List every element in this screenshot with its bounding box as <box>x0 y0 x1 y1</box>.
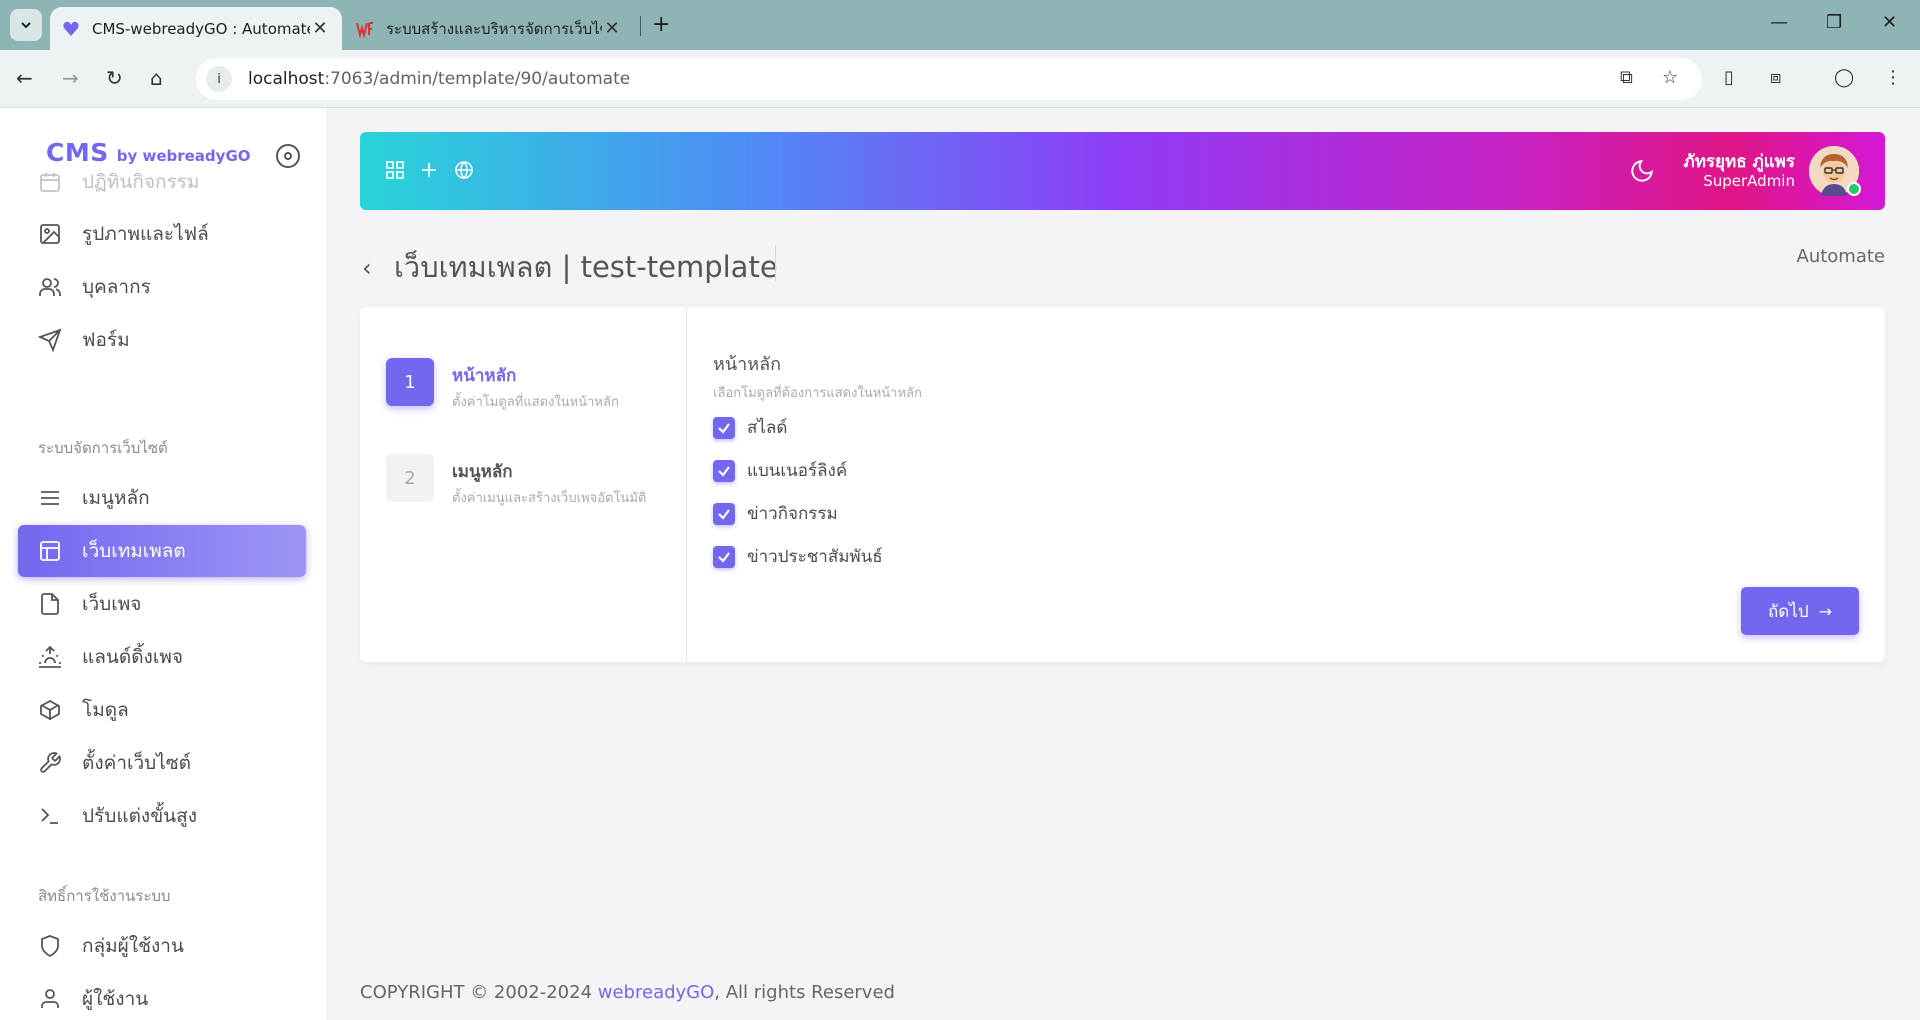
back-icon[interactable]: ← <box>16 66 33 90</box>
checkbox-slide[interactable]: สไลด์ <box>713 414 787 441</box>
footer-brand-link[interactable]: webreadyGO <box>598 982 715 1003</box>
step-title: หน้าหลัก <box>452 366 517 386</box>
sidebar-item-personnel[interactable]: บุคลากร <box>18 261 306 313</box>
shield-icon <box>41 935 59 958</box>
grid-icon[interactable] <box>384 159 406 181</box>
tab-close-icon[interactable]: ✕ <box>602 18 622 39</box>
tab-title: ระบบสร้างและบริหารจัดการเว็บไซต์ <box>386 19 602 38</box>
file-icon <box>41 593 59 615</box>
reload-icon[interactable]: ↻ <box>106 66 123 90</box>
profile-icon[interactable]: ◯ <box>1834 67 1854 88</box>
users-icon <box>39 278 61 296</box>
url-text: localhost:7063/admin/template/90/automat… <box>248 69 631 89</box>
calendar-icon <box>40 173 60 192</box>
tab-close-icon[interactable]: ✕ <box>310 18 330 39</box>
automate-wizard-card: 1 หน้าหลัก ตั้งค่าโมดูลที่แสดงในหน้าหลัก… <box>360 307 1885 662</box>
bookmark-star-icon[interactable]: ☆ <box>1662 67 1678 88</box>
back-chevron-icon[interactable]: ‹ <box>362 254 372 282</box>
sidebar-item-calendar[interactable]: ปฏิทินกิจกรรม <box>18 156 306 208</box>
step-desc: ตั้งค่าเมนูและสร้างเว็บเพจอัตโนมัติ <box>452 491 647 506</box>
translate-icon[interactable]: ⧉ <box>1620 67 1633 88</box>
sidebar-item-advanced[interactable]: ปรับแต่งขั้นสูง <box>18 790 306 842</box>
sidebar-item-main-menu[interactable]: เมนูหลัก <box>18 472 306 524</box>
restore-icon[interactable]: ❐ <box>1826 12 1842 33</box>
sidebar: CMS by webreadyGO ปฏิทินกิจกรรม รูปภาพแล… <box>0 108 326 1020</box>
step-desc: ตั้งค่าโมดูลที่แสดงในหน้าหลัก <box>452 395 619 410</box>
sidebar-item-images[interactable]: รูปภาพและไฟล์ <box>18 208 306 260</box>
heart-favicon-icon <box>62 20 80 38</box>
puzzle-icon[interactable]: ⧈ <box>1770 67 1781 88</box>
home-icon[interactable]: ⌂ <box>150 66 163 90</box>
online-status-dot <box>1847 182 1861 196</box>
content-desc: เลือกโมดูลที่ต้องการแสดงในหน้าหลัก <box>713 386 922 401</box>
sidebar-item-web-template[interactable]: เว็บเทมเพลต <box>18 525 306 577</box>
image-icon <box>40 224 60 244</box>
sunrise-icon <box>39 645 61 668</box>
sidebar-item-site-settings[interactable]: ตั้งค่าเว็บไซต์ <box>18 737 306 789</box>
sidebar-item-landing-page[interactable]: แลนด์ดิ้งเพจ <box>18 631 306 683</box>
footer-copyright: COPYRIGHT © 2002-2024 webreadyGO, All ri… <box>360 982 895 1003</box>
address-bar[interactable]: i localhost:7063/admin/template/90/autom… <box>196 58 1702 100</box>
new-tab-icon[interactable]: + <box>652 12 670 37</box>
checkbox-checked-icon[interactable] <box>713 502 735 525</box>
step-number: 2 <box>386 454 434 502</box>
browser-tab-inactive[interactable]: ระบบสร้างและบริหารจัดการเว็บไซต์ ✕ <box>344 7 634 50</box>
box-icon <box>40 699 60 721</box>
checkbox-activity-news[interactable]: ข่าวกิจกรรม <box>713 500 838 527</box>
globe-icon[interactable] <box>453 159 475 181</box>
content-title: หน้าหลัก <box>713 354 782 375</box>
tab-title: CMS-webreadyGO : Automate <box>92 19 310 38</box>
tool-icon <box>40 752 61 773</box>
browser-tabbar: CMS-webreadyGO : Automate ✕ ระบบสร้างและ… <box>0 0 1920 50</box>
page-title: เว็บเทมเพลต | test-template <box>394 250 778 284</box>
wizard-step-1[interactable]: 1 หน้าหลัก ตั้งค่าโมดูลที่แสดงในหน้าหลัก <box>386 358 619 412</box>
step-content-header: หน้าหลัก เลือกโมดูลที่ต้องการแสดงในหน้าห… <box>713 349 922 403</box>
sidebar-item-users[interactable]: ผู้ใช้งาน <box>18 973 306 1020</box>
minimize-icon[interactable]: — <box>1770 12 1788 33</box>
terminal-icon <box>41 808 58 824</box>
user-name[interactable]: ภัทรยุทธ ภู่แพร <box>1683 148 1795 175</box>
sidebar-item-forms[interactable]: ฟอร์ม <box>18 314 306 366</box>
step-number: 1 <box>386 358 434 406</box>
sidebar-item-web-page[interactable]: เว็บเพจ <box>18 578 306 630</box>
browser-toolbar: ← → ↻ ⌂ i localhost:7063/admin/template/… <box>0 50 1920 108</box>
site-info-icon[interactable]: i <box>206 66 232 92</box>
next-button[interactable]: ถัดไป → <box>1741 587 1859 635</box>
avatar[interactable] <box>1809 146 1861 196</box>
checkbox-checked-icon[interactable] <box>713 459 735 482</box>
extension-icon[interactable]: ▯ <box>1724 67 1734 88</box>
browser-tab-active[interactable]: CMS-webreadyGO : Automate ✕ <box>50 7 342 50</box>
sidebar-item-user-groups[interactable]: กลุ่มผู้ใช้งาน <box>18 920 306 972</box>
user-icon <box>41 989 59 1008</box>
chevron-down-icon <box>21 22 31 29</box>
moon-icon[interactable] <box>1629 158 1655 184</box>
breadcrumb: Automate <box>1796 246 1886 267</box>
send-icon <box>38 328 62 352</box>
arrow-right-icon: → <box>1818 601 1833 621</box>
title-divider <box>775 245 776 281</box>
wf-favicon-icon <box>356 20 374 38</box>
top-navbar: ภัทรยุทธ ภู่แพร SuperAdmin <box>360 132 1885 210</box>
user-role: SuperAdmin <box>1703 172 1795 190</box>
wizard-stepper: 1 หน้าหลัก ตั้งค่าโมดูลที่แสดงในหน้าหลัก… <box>360 307 687 662</box>
sidebar-section-permissions: สิทธิ์การใช้งานระบบ <box>38 887 171 905</box>
sidebar-section-web: ระบบจัดการเว็บไซต์ <box>38 439 168 457</box>
more-menu-icon[interactable]: ⋮ <box>1884 67 1902 88</box>
plus-icon[interactable] <box>418 159 440 181</box>
checkbox-pr-news[interactable]: ข่าวประชาสัมพันธ์ <box>713 543 883 570</box>
menu-icon <box>41 491 59 505</box>
wizard-step-2[interactable]: 2 เมนูหลัก ตั้งค่าเมนูและสร้างเว็บเพจอัต… <box>386 454 646 508</box>
checkbox-checked-icon[interactable] <box>713 416 735 439</box>
checkbox-banner-link[interactable]: แบนเนอร์ลิงค์ <box>713 457 847 484</box>
tab-search-button[interactable] <box>10 9 42 41</box>
forward-icon[interactable]: → <box>62 66 79 90</box>
layout-icon <box>40 541 60 561</box>
sidebar-item-module[interactable]: โมดูล <box>18 684 306 736</box>
checkbox-checked-icon[interactable] <box>713 545 735 568</box>
close-window-icon[interactable]: ✕ <box>1882 12 1897 33</box>
step-title: เมนูหลัก <box>452 462 513 482</box>
tab-separator <box>640 16 641 36</box>
